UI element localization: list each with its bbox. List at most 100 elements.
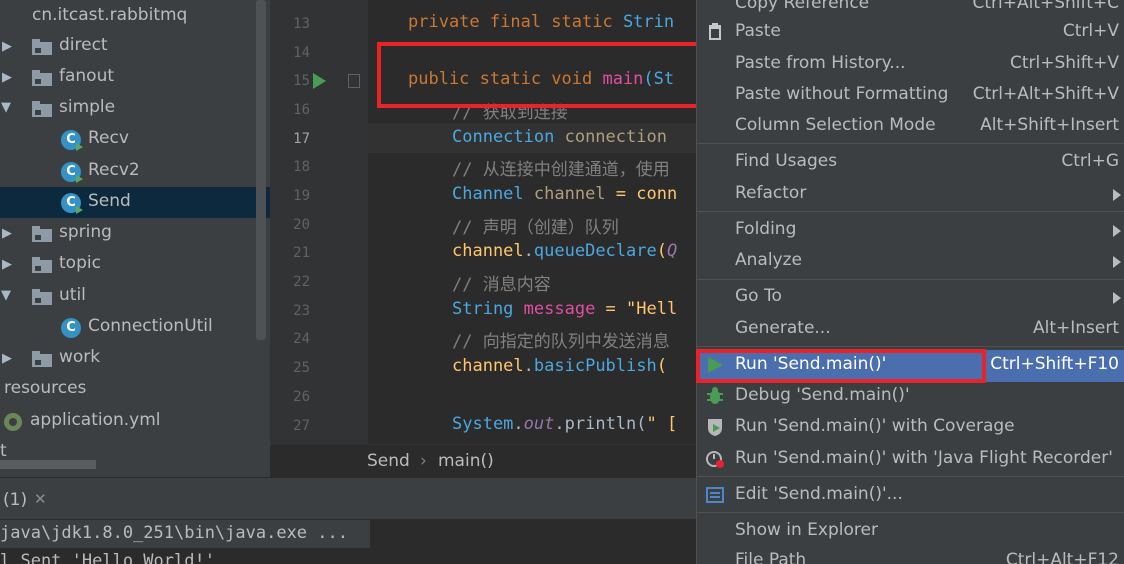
expanded-arrow-icon[interactable]: ▼ <box>1 288 11 303</box>
tree-item-fanout[interactable]: ▶ fanout <box>0 62 270 93</box>
menu-item-label: Folding <box>735 219 797 239</box>
menu-item-label: Find Usages <box>735 151 838 171</box>
menu-item-debug[interactable]: Debug 'Send.main()' <box>697 381 1124 412</box>
code-line-27: System.out.println(" [ <box>452 414 677 434</box>
menu-item-label: Column Selection Mode <box>735 115 936 135</box>
code-type: System <box>452 414 514 434</box>
menu-separator <box>697 279 1124 280</box>
code-dot: . <box>523 241 534 261</box>
code-operator: = <box>595 299 627 319</box>
code-text: conn <box>636 184 678 204</box>
debug-icon <box>707 387 723 404</box>
menu-item-shortcut: Ctrl+Alt+Shift+V <box>972 84 1119 104</box>
tree-horizontal-scrollbar[interactable] <box>0 460 96 469</box>
tree-item-package[interactable]: cn.itcast.rabbitmq <box>0 0 270 31</box>
submenu-arrow-icon <box>1113 225 1121 237</box>
collapsed-arrow-icon[interactable]: ▶ <box>2 257 12 272</box>
tree-item-label: spring <box>59 222 112 242</box>
method-fold-icon[interactable] <box>348 74 360 88</box>
annotation-box-method-signature <box>377 42 730 108</box>
code-identifier: connection <box>564 127 667 147</box>
menu-item-shortcut: Ctrl+Shift+V <box>1009 53 1119 73</box>
code-comment: // 消息内容 <box>452 275 551 295</box>
menu-item-label: Run 'Send.main()' with 'Java Flight Reco… <box>735 448 1113 468</box>
menu-item-shortcut: Ctrl+G <box>1061 151 1119 171</box>
menu-item-analyze[interactable]: Analyze <box>697 246 1124 277</box>
line-number: 21 <box>293 245 310 261</box>
code-method-call: queueDeclare <box>533 241 657 261</box>
menu-item-paste[interactable]: Paste Ctrl+V <box>697 17 1124 48</box>
code-identifier: message <box>523 299 596 319</box>
menu-item-label: Show in Explorer <box>735 520 878 540</box>
tree-scrollbar[interactable] <box>256 0 266 340</box>
code-comment: // 从连接中创建通道，使用 <box>452 160 670 180</box>
tree-item-recv[interactable]: C Recv <box>0 124 270 155</box>
tree-item-label: Recv2 <box>88 160 140 180</box>
menu-item-label: Generate... <box>735 318 831 338</box>
tree-item-util[interactable]: ▼ util <box>0 281 270 312</box>
breadcrumb-separator: › <box>420 451 427 471</box>
menu-item-edit-configuration[interactable]: Edit 'Send.main()'... <box>697 480 1124 511</box>
code-line-24: // 向指定的队列中发送消息 <box>452 327 670 352</box>
code-type: Connection <box>452 127 565 147</box>
menu-item-label: Copy Reference <box>735 0 870 13</box>
tree-item-direct[interactable]: ▶ direct <box>0 31 270 62</box>
code-paren: ( <box>656 356 667 376</box>
tree-item-label: Recv <box>88 128 129 148</box>
menu-item-column-selection-mode[interactable]: Column Selection Mode Alt+Shift+Insert <box>697 111 1124 142</box>
menu-item-paste-from-history[interactable]: Paste from History... Ctrl+Shift+V <box>697 49 1124 80</box>
code-field: out <box>523 414 555 434</box>
tree-item-label: t <box>0 441 7 461</box>
tree-item-send[interactable]: C Send <box>0 187 270 218</box>
tree-item-label: direct <box>59 35 108 55</box>
menu-item-shortcut: Ctrl+V <box>1062 21 1119 41</box>
java-class-icon: C <box>61 318 81 338</box>
breadcrumb-method[interactable]: main() <box>438 451 494 471</box>
tree-item-connectionutil[interactable]: C ConnectionUtil <box>0 312 270 343</box>
tree-item-label: topic <box>59 253 101 273</box>
line-number: 18 <box>293 159 310 175</box>
run-tab-label[interactable]: (1) <box>3 490 27 510</box>
menu-item-run-with-jfr[interactable]: Run 'Send.main()' with 'Java Flight Reco… <box>697 444 1124 475</box>
menu-item-refactor[interactable]: Refactor <box>697 179 1124 210</box>
tree-item-work[interactable]: ▶ work <box>0 343 270 374</box>
code-type: Channel <box>452 184 534 204</box>
close-tab-icon[interactable]: ✕ <box>34 490 47 508</box>
menu-item-find-usages[interactable]: Find Usages Ctrl+G <box>697 147 1124 178</box>
tree-item-recv2[interactable]: C Recv2 <box>0 156 270 187</box>
menu-item-file-path[interactable]: File Path Ctrl+Alt+F12 <box>697 546 1124 564</box>
expanded-arrow-icon[interactable]: ▼ <box>1 100 11 115</box>
collapsed-arrow-icon[interactable]: ▶ <box>2 70 12 85</box>
edit-config-icon <box>706 487 724 503</box>
code-line-13: private final static Strin <box>408 12 674 32</box>
menu-item-show-in-explorer[interactable]: Show in Explorer <box>697 516 1124 547</box>
line-number: 22 <box>293 274 310 290</box>
tree-item-application-yml[interactable]: application.yml <box>0 406 270 437</box>
line-number: 16 <box>293 102 310 118</box>
menu-item-label: Analyze <box>735 250 802 270</box>
line-number: 24 <box>293 331 310 347</box>
tree-item-simple[interactable]: ▼ simple <box>0 93 270 124</box>
code-string: " [ <box>646 414 678 434</box>
menu-item-folding[interactable]: Folding <box>697 215 1124 246</box>
menu-item-label: Paste from History... <box>735 53 906 73</box>
menu-item-go-to[interactable]: Go To <box>697 282 1124 313</box>
tree-item-topic[interactable]: ▶ topic <box>0 249 270 280</box>
run-gutter-icon[interactable] <box>313 73 326 89</box>
menu-item-label: Edit 'Send.main()'... <box>735 484 903 504</box>
menu-item-paste-without-formatting[interactable]: Paste without Formatting Ctrl+Alt+Shift+… <box>697 80 1124 111</box>
breadcrumb-file[interactable]: Send <box>367 451 410 471</box>
project-tree: cn.itcast.rabbitmq ▶ direct ▶ fanout ▼ s… <box>0 0 270 477</box>
annotation-box-run-item <box>696 349 986 383</box>
collapsed-arrow-icon[interactable]: ▶ <box>2 39 12 54</box>
code-line-23: String message = "Hell <box>452 299 677 319</box>
folder-icon <box>32 70 52 86</box>
menu-item-label: Go To <box>735 286 782 306</box>
menu-item-generate[interactable]: Generate... Alt+Insert <box>697 314 1124 345</box>
menu-separator <box>697 211 1124 212</box>
collapsed-arrow-icon[interactable]: ▶ <box>2 226 12 241</box>
tree-item-spring[interactable]: ▶ spring <box>0 218 270 249</box>
collapsed-arrow-icon[interactable]: ▶ <box>2 351 12 366</box>
tree-item-resources[interactable]: resources <box>0 374 270 405</box>
menu-item-run-with-coverage[interactable]: Run 'Send.main()' with Coverage <box>697 412 1124 443</box>
